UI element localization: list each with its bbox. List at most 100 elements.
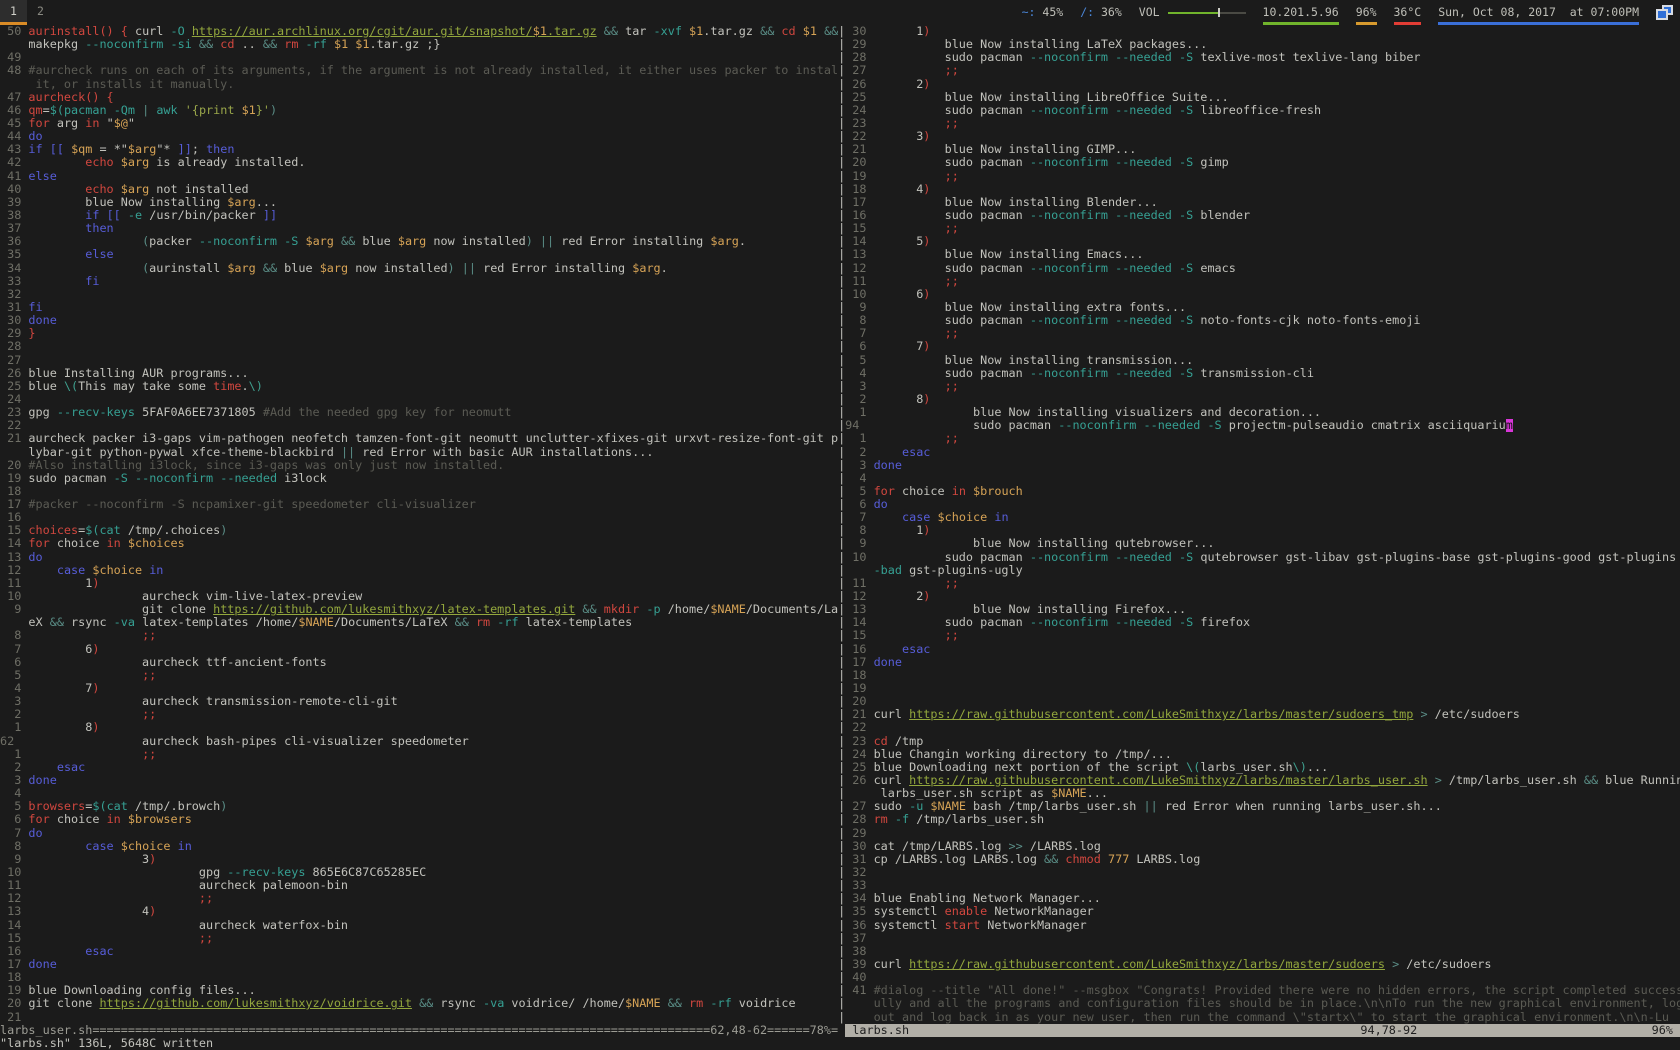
editor-line[interactable]: 1 ;;: [0, 748, 838, 761]
editor-line[interactable]: 31 cp /LARBS.log LARBS.log && chmod 777 …: [845, 853, 1680, 866]
editor-line[interactable]: 14 for choice in $choices: [0, 537, 838, 550]
editor-line[interactable]: 25 blue Now installing LibreOffice Suite…: [845, 91, 1680, 104]
editor-line[interactable]: 1 ;;: [845, 432, 1680, 445]
editor-line[interactable]: 19 blue Downloading config files...: [0, 984, 838, 997]
editor-line[interactable]: 35 else: [0, 248, 838, 261]
editor-line[interactable]: 6 for choice in $browsers: [0, 813, 838, 826]
editor-line[interactable]: 10 6): [845, 288, 1680, 301]
editor-line[interactable]: 16 esac: [845, 643, 1680, 656]
editor-line[interactable]: 2 esac: [0, 761, 838, 774]
editor-line[interactable]: 40: [845, 971, 1680, 984]
editor-line[interactable]: 15 ;;: [0, 932, 838, 945]
editor-line[interactable]: 41 else: [0, 170, 838, 183]
editor-line[interactable]: 39 curl https://raw.githubusercontent.co…: [845, 958, 1680, 971]
editor-line[interactable]: 32: [0, 288, 838, 301]
editor-line[interactable]: 23 cd /tmp: [845, 735, 1680, 748]
editor-line[interactable]: 41 #dialog --title "All done!" --msgbox …: [845, 984, 1680, 997]
editor-line[interactable]: 10 aurcheck vim-live-latex-preview: [0, 590, 838, 603]
editor-line[interactable]: 28 rm -f /tmp/larbs_user.sh: [845, 813, 1680, 826]
editor-line[interactable]: 17 blue Now installing Blender...: [845, 196, 1680, 209]
editor-line[interactable]: makepkg --noconfirm -si && cd .. && rm -…: [0, 38, 838, 51]
editor-line[interactable]: 12 case $choice in: [0, 564, 838, 577]
editor-line[interactable]: 21 blue Now installing GIMP...: [845, 143, 1680, 156]
editor-line[interactable]: 9 3): [0, 853, 838, 866]
volume-slider[interactable]: [1168, 0, 1246, 25]
editor-line[interactable]: 32: [845, 866, 1680, 879]
editor-line[interactable]: 22: [845, 721, 1680, 734]
editor-line[interactable]: 1 blue Now installing visualizers and de…: [845, 406, 1680, 419]
editor-line[interactable]: 4 7): [0, 682, 838, 695]
editor-line[interactable]: 19: [845, 682, 1680, 695]
editor-line[interactable]: 6 aurcheck ttf-ancient-fonts: [0, 656, 838, 669]
editor-line[interactable]: ully and all the programs and configurat…: [845, 997, 1680, 1010]
editor-line[interactable]: 29 }: [0, 327, 838, 340]
editor-line[interactable]: 11 ;;: [845, 275, 1680, 288]
editor-line[interactable]: 12 ;;: [0, 892, 838, 905]
editor-line[interactable]: 40 echo $arg not installed: [0, 183, 838, 196]
editor-line[interactable]: 16 sudo pacman --noconfirm --needed -S b…: [845, 209, 1680, 222]
editor-line[interactable]: 43 if [[ $qm = *"$arg"* ]]; then: [0, 143, 838, 156]
editor-line[interactable]: 8 ;;: [0, 629, 838, 642]
editor-line[interactable]: 18: [0, 485, 838, 498]
editor-line[interactable]: 9 blue Now installing extra fonts...: [845, 301, 1680, 314]
editor-line[interactable]: 19 ;;: [845, 170, 1680, 183]
editor-line[interactable]: 17 done: [0, 958, 838, 971]
editor-line[interactable]: 39 blue Now installing $arg...: [0, 196, 838, 209]
editor-line[interactable]: 33 fi: [0, 275, 838, 288]
editor-line[interactable]: 33: [845, 879, 1680, 892]
editor-line[interactable]: 50 aurinstall() { curl -O https://aur.ar…: [0, 25, 838, 38]
editor-line[interactable]: 21: [0, 1011, 838, 1024]
editor-line[interactable]: 5 blue Now installing transmission...: [845, 354, 1680, 367]
editor-line[interactable]: 7 6): [0, 643, 838, 656]
editor-line[interactable]: 4 sudo pacman --noconfirm --needed -S tr…: [845, 367, 1680, 380]
editor-line[interactable]: 19 sudo pacman -S --noconfirm --needed i…: [0, 472, 838, 485]
editor-line[interactable]: 13 4): [0, 905, 838, 918]
editor-line[interactable]: 13 blue Now installing Emacs...: [845, 248, 1680, 261]
editor-line[interactable]: 12 sudo pacman --noconfirm --needed -S e…: [845, 262, 1680, 275]
editor-line[interactable]: 36 (packer --noconfirm -S $arg && blue $…: [0, 235, 838, 248]
editor-line[interactable]: 13 do: [0, 551, 838, 564]
editor-line[interactable]: 16: [0, 511, 838, 524]
editor-line[interactable]: 29 blue Now installing LaTeX packages...: [845, 38, 1680, 51]
editor-line[interactable]: 24 blue Changin working directory to /tm…: [845, 748, 1680, 761]
editor-line[interactable]: larbs_user.sh script as $NAME...: [845, 787, 1680, 800]
editor-line[interactable]: 37: [845, 932, 1680, 945]
editor-line[interactable]: 7 do: [0, 827, 838, 840]
editor-line[interactable]: 3 done: [845, 459, 1680, 472]
editor-line[interactable]: 23 gpg --recv-keys 5FAF0A6EE7371805 #Add…: [0, 406, 838, 419]
display-window-icon[interactable]: [1656, 5, 1673, 20]
editor-line[interactable]: 25 blue \(This may take some time.\): [0, 380, 838, 393]
editor-line[interactable]: 8 case $choice in: [0, 840, 838, 853]
editor-line[interactable]: 13 blue Now installing Firefox...: [845, 603, 1680, 616]
editor-line[interactable]: 18: [845, 669, 1680, 682]
editor-line[interactable]: 28: [0, 340, 838, 353]
editor-line[interactable]: 25 blue Downloading next portion of the …: [845, 761, 1680, 774]
editor-line[interactable]: 5 ;;: [0, 669, 838, 682]
workspace-button-2[interactable]: 2: [27, 0, 54, 25]
editor-line[interactable]: 17 done: [845, 656, 1680, 669]
editor-line[interactable]: 11 1): [0, 577, 838, 590]
editor-line[interactable]: 18: [0, 971, 838, 984]
editor-line[interactable]: 62 aurcheck bash-pipes cli-visualizer sp…: [0, 735, 838, 748]
editor-line[interactable]: 31 fi: [0, 301, 838, 314]
editor-line[interactable]: 10 gpg --recv-keys 865E6C87C65285EC: [0, 866, 838, 879]
editor-line[interactable]: 6 7): [845, 340, 1680, 353]
editor-line[interactable]: 23 ;;: [845, 117, 1680, 130]
editor-line[interactable]: 38: [845, 945, 1680, 958]
editor-line[interactable]: 1 8): [0, 721, 838, 734]
editor-line[interactable]: 36 systemctl start NetworkManager: [845, 919, 1680, 932]
editor-line[interactable]: 22: [0, 419, 838, 432]
editor-line[interactable]: 15 choices=$(cat /tmp/.choices): [0, 524, 838, 537]
editor-line[interactable]: 2 8): [845, 393, 1680, 406]
volume-module[interactable]: VOL: [1139, 0, 1246, 25]
editor-line[interactable]: 9 git clone https://github.com/lukesmith…: [0, 603, 838, 616]
editor-line[interactable]: 30 done: [0, 314, 838, 327]
editor-line[interactable]: 20 git clone https://github.com/lukesmit…: [0, 997, 838, 1010]
editor-line[interactable]: 27: [0, 354, 838, 367]
editor-line[interactable]: 10 sudo pacman --noconfirm --needed -S q…: [845, 551, 1680, 564]
editor-line[interactable]: 27 sudo -u $NAME bash /tmp/larbs_user.sh…: [845, 800, 1680, 813]
editor-line[interactable]: eX && rsync -va latex-templates /home/$N…: [0, 616, 838, 629]
editor-line[interactable]: it, or installs it manually.: [0, 78, 838, 91]
editor-line[interactable]: 26 curl https://raw.githubusercontent.co…: [845, 774, 1680, 787]
editor-line[interactable]: lybar-git python-pywal xfce-theme-blackb…: [0, 446, 838, 459]
